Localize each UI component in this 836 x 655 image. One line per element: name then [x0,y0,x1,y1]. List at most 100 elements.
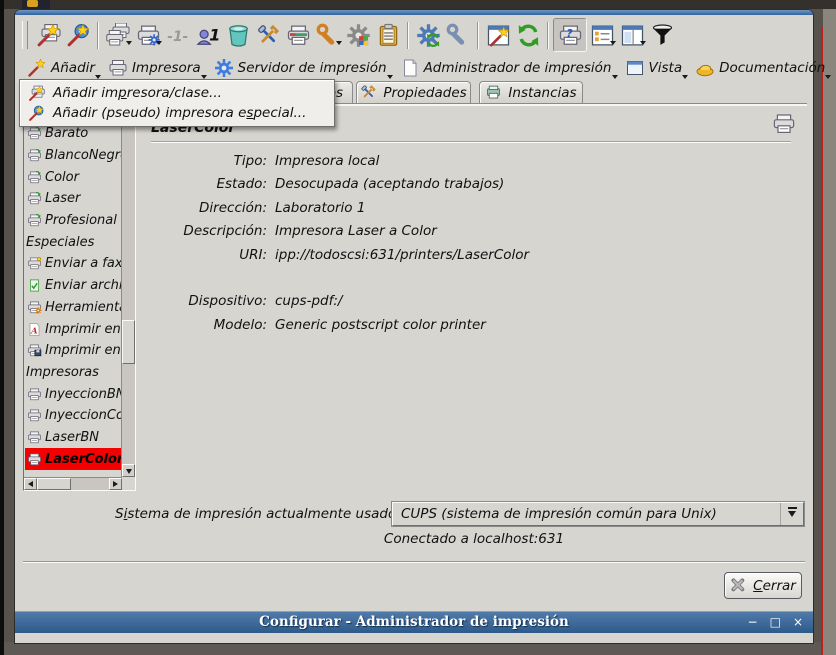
server-configure-button[interactable] [443,19,473,51]
printer-list: Barato BlancoNegro Color Laser Profesion… [23,104,136,491]
menu-administrador[interactable]: Administrador de impresión [396,56,621,80]
refresh-icon [516,23,541,48]
info-row-direccion: Dirección:Laboratorio 1 [141,196,761,220]
scrollbar-track[interactable] [71,478,109,490]
menu-vista-label: Vista [649,60,683,76]
refresh-button[interactable] [513,19,543,51]
list-item-imprimir-archivo[interactable]: Imprimir en a [25,340,121,362]
printer-copy-icon [106,23,131,48]
add-printer-wizard-button[interactable] [33,19,63,51]
printer-copy-button[interactable] [103,19,133,51]
list-item-inyeccioncol[interactable]: InyeccionCol [25,405,121,427]
list-item-imprimir-pdf[interactable]: AImprimir en a [25,318,121,340]
delete-button[interactable] [223,19,253,51]
scrollbar-down-button[interactable] [122,464,135,477]
toolbar-separator [477,22,479,49]
add-printer-wizard-icon [28,85,45,102]
list-group-especiales: Especiales [25,231,121,253]
menu-item-label: Añadir impresora/clase... [53,85,222,101]
server-restart-button[interactable] [413,19,443,51]
printer-info-toggle-button[interactable]: ? [553,18,587,52]
menu-item-add-printer-class[interactable]: Añadir impresora/clase... [21,83,333,103]
list-item-lasercolor-selected[interactable]: LaserColor [25,448,121,470]
printer-info-icon: ? [558,23,583,48]
set-default-button[interactable]: 1 [193,19,223,51]
list-item-enviar-a-fax[interactable]: Enviar a fax [25,253,121,275]
menu-documentacion[interactable]: Documentación [691,56,834,80]
printer-tools-icon [27,300,42,315]
trash-icon [226,23,251,48]
view-tree-button[interactable] [587,19,617,51]
menu-servidor[interactable]: Servidor de impresión [210,56,396,80]
view-columns-button[interactable] [617,19,647,51]
combo-arrow-bar [788,507,797,509]
documentation-icon [695,58,715,78]
menu-anadir-label: Añadir [51,60,95,76]
vertical-scrollbar-thumb[interactable] [122,320,135,364]
printer-info-rows: Tipo:Impresora local Estado:Desocupada (… [141,149,761,337]
wizard-button[interactable] [483,19,513,51]
info-row-modelo: Modelo:Generic postscript color printer [141,313,761,337]
tab-propiedades[interactable]: Propiedades [356,81,471,103]
list-item-laserbn[interactable]: LaserBN [25,427,121,449]
list-item-color[interactable]: Color [25,166,121,188]
window-top-accent [15,10,813,15]
tab-instancias[interactable]: Instancias [479,81,583,103]
configure-tools-icon [256,23,281,48]
configure-printer-button[interactable] [253,19,283,51]
test-page-printer-icon [286,23,311,48]
combobox-arrow-button[interactable] [780,503,803,525]
list-item-herramienta[interactable]: Herramienta a [25,297,121,319]
toolbar-grip[interactable] [22,21,28,49]
scrollbar-right-button[interactable] [109,478,122,490]
close-window-button[interactable]: × [793,615,803,629]
test-page-button[interactable] [283,19,313,51]
properties-tools-icon [360,84,377,101]
menu-item-add-special-printer[interactable]: Añadir (pseudo) impresora especial... [21,103,333,123]
list-item-blanconegro[interactable]: BlancoNegro [25,145,121,167]
list-item-profesional[interactable]: Profesional [25,210,121,232]
close-button[interactable]: Cerrar [724,572,802,599]
file-special-icon [27,278,42,293]
printer-class-icon [27,148,42,163]
default-user-icon: 1 [196,23,221,48]
printer-tools-button[interactable] [313,19,343,51]
minimize-button[interactable]: − [748,615,758,629]
info-row-uri: URI:ipp://todoscsi:631/printers/LaserCol… [141,243,761,267]
driver-settings-button[interactable] [343,19,373,51]
report-button[interactable] [373,19,403,51]
main-toolbar: -1- 1 ? [21,17,807,53]
remove-printer-button[interactable]: -1- [163,19,193,51]
horizontal-scrollbar[interactable] [24,477,122,490]
menu-vista[interactable]: Vista [621,56,692,80]
toolbar-separator [407,22,409,49]
vertical-scrollbar[interactable] [121,105,135,477]
info-row-descripcion: Descripción:Impresora Laser a Color [141,220,761,244]
printer-icon [27,408,42,423]
gear-icon [214,58,234,78]
menu-anadir[interactable]: Añadir [23,56,104,80]
maximize-button[interactable]: □ [770,615,781,629]
printer-state-button[interactable] [133,19,163,51]
view-tree-icon [590,23,615,48]
screen-edge-red-line [821,28,823,655]
window-icon [625,58,645,78]
menu-impresora-label: Impresora [132,60,201,76]
list-item-inyeccionbn[interactable]: InyeccionBN [25,383,121,405]
list-item-laser[interactable]: Laser [25,188,121,210]
printer-class-icon [27,213,42,228]
window-titlebar[interactable]: Configurar - Administrador de impresión … [15,611,813,633]
menu-item-label: Añadir (pseudo) impresora especial... [53,105,306,121]
chevron-down-icon [788,511,796,521]
printer-class-icon [27,191,42,206]
window-title: Configurar - Administrador de impresión [259,614,569,630]
print-system-combobox[interactable]: CUPS (sistema de impresión común para Un… [392,502,804,526]
menu-impresora[interactable]: Impresora [104,56,210,80]
filter-button[interactable] [647,19,677,51]
tab-propiedades-label: Propiedades [383,85,466,101]
list-group-impresoras: Impresoras [25,362,121,384]
add-special-printer-button[interactable] [63,19,93,51]
horizontal-scrollbar-thumb[interactable] [37,478,71,490]
scrollbar-left-button[interactable] [24,478,37,490]
list-item-enviar-archivo[interactable]: Enviar archivo [25,275,121,297]
